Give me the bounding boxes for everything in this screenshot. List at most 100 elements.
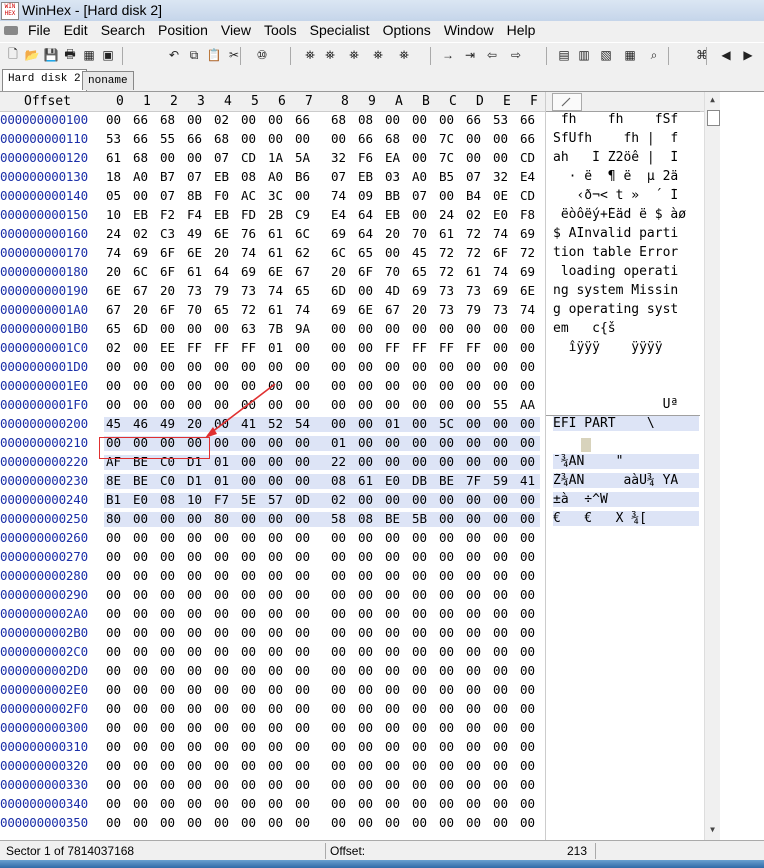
- hex-byte[interactable]: 00: [493, 530, 508, 545]
- hex-byte[interactable]: 00: [295, 720, 310, 735]
- menu-search[interactable]: Search: [101, 22, 153, 38]
- hex-byte[interactable]: 00: [466, 150, 481, 165]
- hex-byte[interactable]: 00: [439, 815, 454, 830]
- hex-byte[interactable]: 00: [520, 777, 535, 792]
- hex-byte[interactable]: AA: [520, 397, 535, 412]
- hex-byte[interactable]: 00: [133, 340, 148, 355]
- hex-row[interactable]: 000000000290 00 00 00 00 00 00 00 00 00 00 00 00 00 00…: [0, 586, 704, 605]
- row-ascii-text[interactable]: loading operati: [553, 264, 699, 279]
- hex-byte[interactable]: 00: [160, 796, 175, 811]
- hex-byte[interactable]: 00: [358, 416, 373, 431]
- hex-byte[interactable]: 00: [385, 777, 400, 792]
- hex-byte[interactable]: 07: [160, 188, 175, 203]
- search-icon[interactable]: ⌕: [646, 47, 662, 63]
- hex-byte[interactable]: 00: [412, 549, 427, 564]
- hex-byte[interactable]: 00: [295, 587, 310, 602]
- hex-byte[interactable]: 00: [187, 150, 202, 165]
- hex-byte[interactable]: 00: [358, 454, 373, 469]
- hex-byte[interactable]: 00: [268, 587, 283, 602]
- hex-row[interactable]: 0000000001F0 00 00 00 00 00 00 00 00 00 00 00 00 00 00…: [0, 396, 704, 415]
- hex-byte[interactable]: 00: [466, 682, 481, 697]
- hex-byte[interactable]: 69: [331, 226, 346, 241]
- hex-row[interactable]: 000000000330 00 00 00 00 00 00 00 00 00 00 00 00 00 00…: [0, 776, 704, 795]
- hex-byte[interactable]: 02: [133, 226, 148, 241]
- hex-byte[interactable]: 00: [295, 340, 310, 355]
- hex-byte[interactable]: 00: [295, 511, 310, 526]
- hex-byte[interactable]: 65: [295, 283, 310, 298]
- replace-hex-icon[interactable]: ⛯: [370, 47, 386, 63]
- hex-byte[interactable]: 03: [385, 169, 400, 184]
- hex-byte[interactable]: EB: [214, 207, 229, 222]
- hex-byte[interactable]: 00: [439, 568, 454, 583]
- hex-byte[interactable]: 00: [268, 397, 283, 412]
- hex-byte[interactable]: 00: [493, 131, 508, 146]
- hex-byte[interactable]: 00: [358, 359, 373, 374]
- hex-byte[interactable]: 00: [106, 378, 121, 393]
- hex-byte[interactable]: 66: [466, 112, 481, 127]
- hex-byte[interactable]: 00: [439, 739, 454, 754]
- hex-byte[interactable]: 00: [412, 758, 427, 773]
- hex-byte[interactable]: 00: [133, 188, 148, 203]
- hex-byte[interactable]: 00: [466, 131, 481, 146]
- scroll-thumb[interactable]: [707, 110, 720, 126]
- hex-byte[interactable]: 00: [133, 682, 148, 697]
- hex-row[interactable]: 000000000240 B1 E0 08 10 F7 5E 57 0D 02 00 00 00 00 00…: [0, 491, 704, 510]
- back-icon[interactable]: ⇦: [484, 47, 500, 63]
- hex-byte[interactable]: 00: [412, 663, 427, 678]
- hex-byte[interactable]: 00: [187, 720, 202, 735]
- hex-byte[interactable]: 00: [160, 625, 175, 640]
- hex-byte[interactable]: 00: [187, 777, 202, 792]
- hex-byte[interactable]: 00: [106, 777, 121, 792]
- hex-byte[interactable]: 70: [187, 302, 202, 317]
- hex-byte[interactable]: 00: [439, 606, 454, 621]
- hex-byte[interactable]: 00: [106, 815, 121, 830]
- hex-byte[interactable]: 00: [133, 739, 148, 754]
- scroll-down-arrow-icon[interactable]: ▼: [705, 822, 720, 838]
- hex-byte[interactable]: 00: [412, 720, 427, 735]
- hex-row[interactable]: 0000000001C0 02 00 EE FF FF FF 01 00 00 00 FF FF FF FF…: [0, 339, 704, 358]
- hex-byte[interactable]: 00: [466, 625, 481, 640]
- hex-byte[interactable]: 6E: [187, 245, 202, 260]
- hex-byte[interactable]: 00: [493, 511, 508, 526]
- undo-icon[interactable]: ↶: [166, 47, 182, 63]
- hex-byte[interactable]: 07: [214, 150, 229, 165]
- row-ascii-text[interactable]: ¯¾ÀÑ ": [553, 454, 699, 469]
- hex-byte[interactable]: 00: [439, 397, 454, 412]
- hex-byte[interactable]: 00: [520, 549, 535, 564]
- hex-row[interactable]: 000000000300 00 00 00 00 00 00 00 00 00 00 00 00 00 00…: [0, 719, 704, 738]
- hex-byte[interactable]: 00: [241, 644, 256, 659]
- hex-byte[interactable]: 00: [439, 549, 454, 564]
- hex-byte[interactable]: 00: [493, 568, 508, 583]
- hex-byte[interactable]: 00: [331, 416, 346, 431]
- hex-byte[interactable]: 00: [106, 796, 121, 811]
- hex-byte[interactable]: 00: [160, 378, 175, 393]
- hex-byte[interactable]: 00: [466, 397, 481, 412]
- hex-byte[interactable]: 00: [331, 587, 346, 602]
- hex-byte[interactable]: 00: [268, 435, 283, 450]
- hex-byte[interactable]: 00: [268, 549, 283, 564]
- hex-byte[interactable]: 00: [241, 815, 256, 830]
- hex-byte[interactable]: 00: [241, 606, 256, 621]
- hex-byte[interactable]: 6E: [268, 264, 283, 279]
- save-icon[interactable]: 💾: [43, 47, 59, 63]
- hex-byte[interactable]: 02: [106, 340, 121, 355]
- hex-byte[interactable]: 80: [106, 511, 121, 526]
- hex-byte[interactable]: 67: [295, 264, 310, 279]
- hex-byte[interactable]: 6F: [160, 302, 175, 317]
- hex-byte[interactable]: 32: [331, 150, 346, 165]
- hex-byte[interactable]: 00: [331, 568, 346, 583]
- menu-help[interactable]: Help: [507, 22, 544, 38]
- hex-byte[interactable]: 80: [214, 511, 229, 526]
- hex-byte[interactable]: 00: [439, 625, 454, 640]
- hex-byte[interactable]: 65: [214, 302, 229, 317]
- hex-byte[interactable]: B4: [466, 188, 481, 203]
- hex-byte[interactable]: 68: [214, 131, 229, 146]
- hex-byte[interactable]: 79: [466, 302, 481, 317]
- hex-byte[interactable]: 01: [214, 473, 229, 488]
- hex-byte[interactable]: 00: [520, 568, 535, 583]
- hex-row[interactable]: 000000000310 00 00 00 00 00 00 00 00 00 00 00 00 00 00…: [0, 738, 704, 757]
- hex-byte[interactable]: 00: [466, 758, 481, 773]
- hex-byte[interactable]: 00: [160, 568, 175, 583]
- hex-byte[interactable]: 00: [241, 112, 256, 127]
- hex-byte[interactable]: 00: [493, 815, 508, 830]
